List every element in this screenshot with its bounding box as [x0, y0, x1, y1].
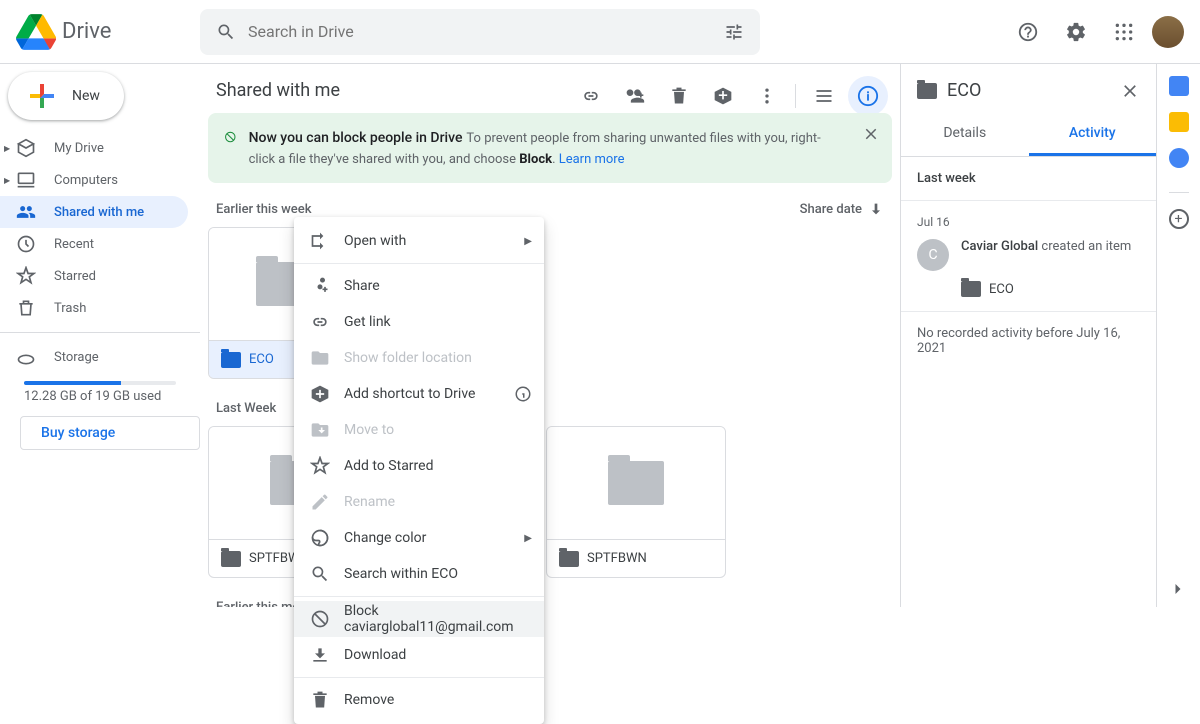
no-activity-text: No recorded activity before July 16, 202… — [901, 312, 1156, 370]
nav-recent[interactable]: Recent — [0, 228, 188, 260]
new-button-label: New — [72, 88, 100, 104]
search-input[interactable] — [248, 22, 724, 41]
banner-title: Now you can block people in Drive — [249, 130, 463, 146]
ctx-rename: Rename — [294, 484, 544, 520]
details-title: ECO — [947, 80, 1110, 101]
get-link-icon[interactable] — [571, 76, 611, 116]
add-addon-icon[interactable]: + — [1169, 209, 1189, 229]
sort-arrow-icon — [868, 201, 884, 217]
sort-control[interactable]: Share date — [800, 201, 884, 217]
storage-text: 12.28 GB of 19 GB used — [24, 389, 200, 404]
ctx-move-to: Move to — [294, 412, 544, 448]
search-filter-icon[interactable] — [724, 22, 744, 42]
tab-details[interactable]: Details — [901, 113, 1029, 156]
activity-date: Jul 16 — [917, 215, 1140, 229]
ctx-change-color[interactable]: Change color ▶ — [294, 520, 544, 556]
search-icon — [216, 22, 236, 42]
folder-icon — [221, 551, 241, 567]
section-earlier-week: Earlier this week — [216, 202, 312, 217]
nav-computers[interactable]: ▶Computers — [0, 164, 188, 196]
context-menu: Open with ▶ Share Get link Show folder l… — [294, 217, 544, 724]
hide-side-panel-icon[interactable] — [1168, 579, 1188, 599]
keep-addon-icon[interactable] — [1169, 112, 1189, 132]
folder-icon — [559, 551, 579, 567]
tab-activity[interactable]: Activity — [1029, 113, 1157, 156]
block-banner-icon — [224, 127, 237, 147]
apps-icon[interactable] — [1104, 12, 1144, 52]
nav-starred[interactable]: Starred — [0, 260, 188, 292]
more-actions-icon[interactable] — [747, 76, 787, 116]
app-name: Drive — [62, 19, 111, 44]
new-button[interactable]: New — [8, 72, 124, 120]
banner-close-icon[interactable] — [862, 125, 880, 143]
activity-section-label: Last week — [901, 157, 1156, 201]
nav-trash[interactable]: Trash — [0, 292, 188, 324]
list-view-icon[interactable] — [804, 76, 844, 116]
settings-icon[interactable] — [1056, 12, 1096, 52]
chevron-right-icon: ▶ — [524, 533, 532, 544]
close-details-icon[interactable] — [1120, 81, 1140, 101]
ctx-show-folder: Show folder location — [294, 340, 544, 376]
view-details-icon[interactable] — [848, 76, 888, 116]
nav-my-drive[interactable]: ▶My Drive — [0, 132, 188, 164]
remove-icon[interactable] — [659, 76, 699, 116]
section-last-week: Last Week — [216, 401, 276, 416]
plus-icon — [24, 78, 60, 114]
activity-item: Jul 16 C Caviar Global created an item E… — [901, 201, 1156, 312]
add-shortcut-toolbar-icon[interactable] — [703, 76, 743, 116]
ctx-download[interactable]: Download — [294, 637, 544, 673]
storage-bar — [24, 381, 176, 385]
nav-shared-with-me[interactable]: Shared with me — [0, 196, 188, 228]
activity-file-link[interactable]: ECO — [961, 281, 1140, 297]
chevron-right-icon: ▶ — [524, 236, 532, 247]
ctx-add-shortcut[interactable]: Add shortcut to Drive — [294, 376, 544, 412]
account-avatar[interactable] — [1152, 16, 1184, 48]
folder-icon — [221, 352, 241, 368]
buy-storage-button[interactable]: Buy storage — [20, 416, 200, 450]
ctx-get-link[interactable]: Get link — [294, 304, 544, 340]
file-card-sptfbwn-2[interactable]: SPTFBWN — [546, 426, 726, 578]
info-icon[interactable] — [514, 385, 532, 403]
ctx-remove[interactable]: Remove — [294, 682, 544, 718]
learn-more-link[interactable]: Learn more — [559, 152, 625, 167]
share-icon[interactable] — [615, 76, 655, 116]
calendar-addon-icon[interactable] — [1169, 76, 1189, 96]
help-icon[interactable] — [1008, 12, 1048, 52]
drive-logo[interactable]: Drive — [8, 14, 200, 50]
ctx-open-with[interactable]: Open with ▶ — [294, 223, 544, 259]
ctx-block-user[interactable]: Block caviarglobal11@gmail.com — [294, 601, 544, 637]
info-banner: Now you can block people in Drive To pre… — [208, 113, 892, 183]
folder-icon — [961, 281, 981, 297]
ctx-add-starred[interactable]: Add to Starred — [294, 448, 544, 484]
folder-icon — [917, 83, 937, 99]
ctx-share[interactable]: Share — [294, 268, 544, 304]
ctx-search-within[interactable]: Search within ECO — [294, 556, 544, 592]
nav-storage[interactable]: Storage — [0, 341, 188, 373]
tasks-addon-icon[interactable] — [1169, 148, 1189, 168]
search-bar[interactable] — [200, 9, 760, 55]
activity-avatar: C — [917, 239, 949, 271]
